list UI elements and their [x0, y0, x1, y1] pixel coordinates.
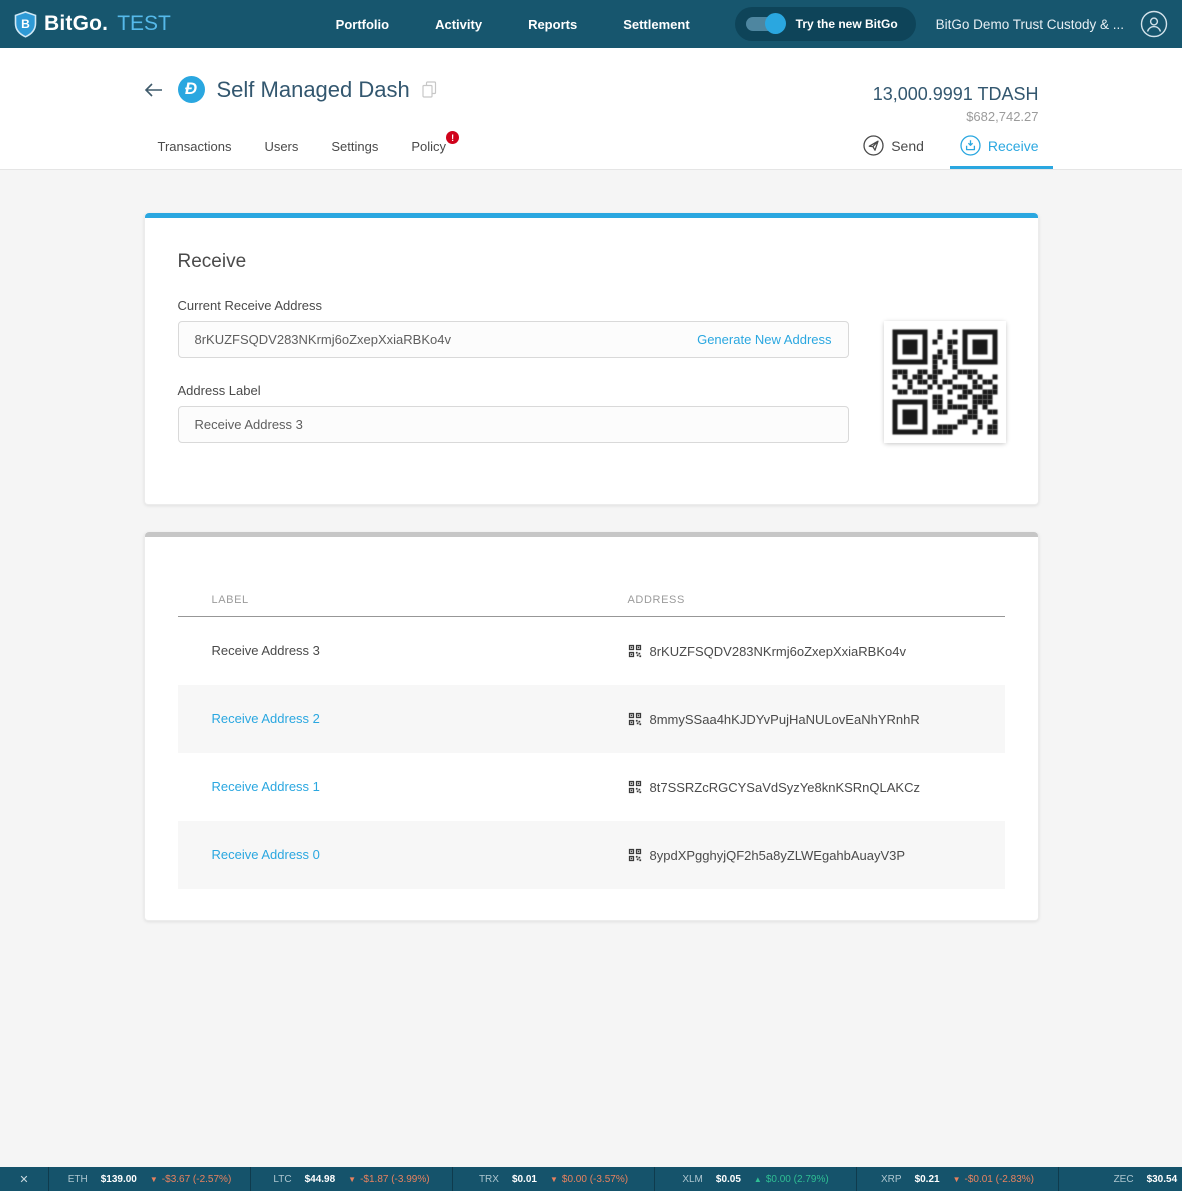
nav-link-settlement[interactable]: Settlement [623, 17, 689, 32]
account-name[interactable]: BitGo Demo Trust Custody & ... [936, 17, 1124, 32]
receive-label: Receive [988, 138, 1039, 154]
send-plane-icon [863, 135, 884, 156]
address-row-value: 8t7SSRZcRGCYSaVdSyzYe8knKSRnQLAKCz [650, 780, 920, 795]
qr-icon[interactable] [628, 848, 642, 862]
tab-policy-label: Policy [411, 139, 446, 154]
ticker-change: ▼-$1.87 (-3.99%) [348, 1174, 429, 1185]
policy-alert-badge: ! [446, 131, 459, 144]
wallet-actions: Send Receive [863, 135, 1038, 169]
generate-new-address-link[interactable]: Generate New Address [697, 332, 831, 347]
brand-name: BitGo. [44, 12, 108, 36]
ticker-symbol: LTC [273, 1174, 291, 1185]
receive-card: Receive Current Receive Address 8rKUZFSQ… [144, 213, 1039, 505]
wallet-balance: 13,000.9991 TDASH $682,742.27 [873, 84, 1039, 124]
ticker-price: $0.05 [716, 1174, 741, 1185]
column-header-label: LABEL [178, 594, 628, 606]
nav-link-portfolio[interactable]: Portfolio [336, 17, 389, 32]
ticker-close-icon[interactable]: ✕ [0, 1167, 49, 1191]
column-header-address: ADDRESS [628, 594, 1005, 606]
qr-icon[interactable] [628, 780, 642, 794]
ticker-change: ▼-$3.67 (-2.57%) [150, 1174, 231, 1185]
ticker-symbol: TRX [479, 1174, 499, 1185]
tab-settings[interactable]: Settings [331, 139, 378, 169]
address-label-label: Address Label [178, 383, 1005, 398]
ticker-item-trx: TRX $0.01 ▼$0.00 (-3.57%) [453, 1167, 655, 1191]
dash-coin-icon: Ð [178, 76, 205, 103]
direction-arrow-icon: ▼ [150, 1175, 158, 1184]
wallet-title: Self Managed Dash [217, 77, 410, 103]
qr-icon[interactable] [628, 644, 642, 658]
table-row: Receive Address 1 8t7SSRZcRGCYSaVdSyzYe8… [178, 753, 1005, 821]
address-row-label: Receive Address 3 [212, 643, 320, 658]
nav-link-reports[interactable]: Reports [528, 17, 577, 32]
ticker-item-ltc: LTC $44.98 ▼-$1.87 (-3.99%) [251, 1167, 453, 1191]
tab-send[interactable]: Send [863, 135, 924, 169]
brand-env-label: TEST [117, 12, 171, 36]
table-row: Receive Address 3 8rKUZFSQDV283NKrmj6oZx… [178, 617, 1005, 685]
try-new-bitgo-toggle[interactable]: Try the new BitGo [735, 7, 916, 41]
ticker-item-xlm: XLM $0.05 ▲$0.00 (2.79%) [655, 1167, 857, 1191]
svg-text:B: B [21, 17, 30, 31]
ticker-price: $0.21 [915, 1174, 940, 1185]
balance-usd: $682,742.27 [873, 109, 1039, 124]
ticker-change: ▲$0.00 (2.79%) [754, 1174, 829, 1185]
main-content: Receive Current Receive Address 8rKUZFSQ… [0, 170, 1182, 1167]
send-label: Send [891, 138, 924, 154]
nav-links: Portfolio Activity Reports Settlement [336, 17, 690, 32]
price-ticker: ✕ ETH $139.00 ▼-$3.67 (-2.57%) LTC $44.9… [0, 1167, 1182, 1191]
table-row: Receive Address 2 8mmySSaa4hKJDYvPujHaNU… [178, 685, 1005, 753]
direction-arrow-icon: ▼ [953, 1175, 961, 1184]
tab-users[interactable]: Users [264, 139, 298, 169]
ticker-change: ▼$0.00 (-3.57%) [550, 1174, 628, 1185]
toggle-label: Try the new BitGo [796, 17, 898, 31]
copy-icon[interactable] [422, 81, 437, 98]
tab-transactions[interactable]: Transactions [158, 139, 232, 169]
address-row-value: 8rKUZFSQDV283NKrmj6oZxepXxiaRBKo4v [650, 644, 906, 659]
ticker-item-xrp: XRP $0.21 ▼-$0.01 (-2.83%) [857, 1167, 1059, 1191]
ticker-price: $30.54 [1147, 1174, 1178, 1185]
direction-arrow-icon: ▼ [348, 1175, 356, 1184]
current-address-field[interactable]: 8rKUZFSQDV283NKrmj6oZxepXxiaRBKo4v Gener… [178, 321, 849, 358]
nav-link-activity[interactable]: Activity [435, 17, 482, 32]
ticker-symbol: ZEC [1114, 1174, 1134, 1185]
address-row-value: 8mmySSaa4hKJDYvPujHaNULovEaNhYRnhR [650, 712, 920, 727]
address-row-label[interactable]: Receive Address 1 [212, 779, 320, 794]
address-list-card: LABEL ADDRESS Receive Address 3 8rKUZFSQ… [144, 532, 1039, 921]
back-arrow-icon[interactable] [144, 82, 163, 98]
table-header: LABEL ADDRESS [178, 594, 1005, 617]
wallet-tabs: Transactions Users Settings Policy ! [144, 139, 447, 169]
direction-arrow-icon: ▲ [754, 1175, 762, 1184]
direction-arrow-icon: ▼ [550, 1175, 558, 1184]
bitgo-logo[interactable]: B BitGo. TEST [14, 11, 171, 38]
current-address-value: 8rKUZFSQDV283NKrmj6oZxepXxiaRBKo4v [195, 332, 451, 347]
receive-card-title: Receive [178, 218, 1005, 273]
user-avatar-icon[interactable] [1140, 10, 1168, 38]
ticker-item-eth: ETH $139.00 ▼-$3.67 (-2.57%) [49, 1167, 251, 1191]
ticker-item-zec: ZEC $30.54 ▼- [1059, 1167, 1182, 1191]
tab-receive[interactable]: Receive [960, 135, 1039, 169]
toggle-switch-icon[interactable] [746, 17, 784, 31]
address-row-label[interactable]: Receive Address 2 [212, 711, 320, 726]
receive-inbox-icon [960, 135, 981, 156]
ticker-price: $44.98 [305, 1174, 336, 1185]
ticker-symbol: XLM [682, 1174, 703, 1185]
address-row-value: 8ypdXPgghyjQF2h5a8yZLWEgahbAuayV3P [650, 848, 906, 863]
balance-amount: 13,000.9991 TDASH [873, 84, 1039, 105]
ticker-symbol: XRP [881, 1174, 902, 1185]
tab-policy[interactable]: Policy ! [411, 139, 446, 169]
current-address-label: Current Receive Address [178, 298, 1005, 313]
ticker-price: $0.01 [512, 1174, 537, 1185]
ticker-change: ▼-$0.01 (-2.83%) [953, 1174, 1034, 1185]
wallet-header: Ð Self Managed Dash 13,000.9991 TDASH $6… [0, 48, 1182, 170]
ticker-symbol: ETH [68, 1174, 88, 1185]
shield-icon: B [14, 11, 37, 38]
table-row: Receive Address 0 8ypdXPgghyjQF2h5a8yZLW… [178, 821, 1005, 889]
ticker-price: $139.00 [101, 1174, 137, 1185]
address-label-input[interactable] [178, 406, 849, 443]
qr-code [884, 321, 1006, 443]
top-navbar: B BitGo. TEST Portfolio Activity Reports… [0, 0, 1182, 48]
address-row-label[interactable]: Receive Address 0 [212, 847, 320, 862]
qr-icon[interactable] [628, 712, 642, 726]
